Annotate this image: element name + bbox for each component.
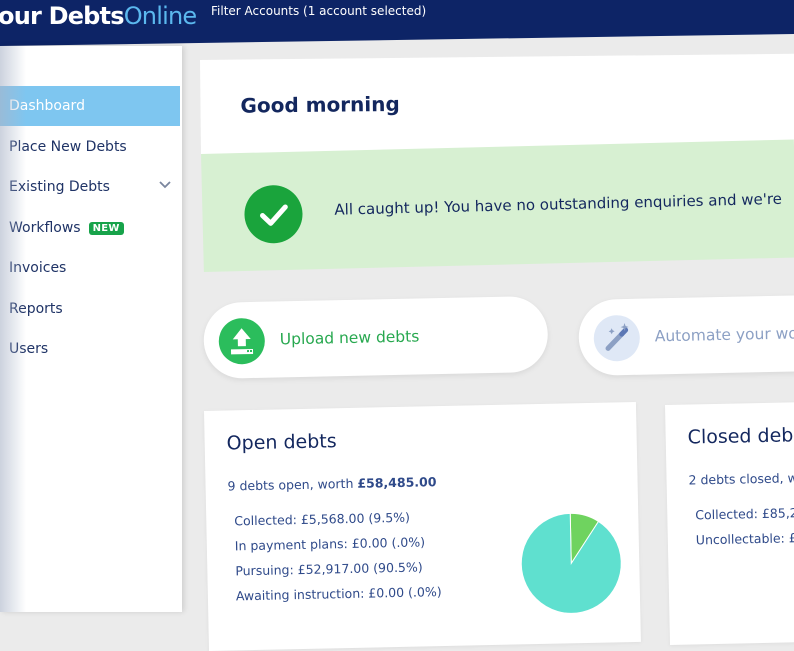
check-icon (243, 184, 304, 244)
stat-closed-uncollectable: Uncollectable: £ (695, 530, 794, 548)
open-debts-card: Open debts 9 debts open, worth £58,485.0… (204, 401, 641, 651)
filter-accounts-button[interactable]: Filter Accounts (1 account selected) (211, 4, 426, 18)
open-debts-pie-chart (520, 512, 622, 614)
magic-wand-icon (593, 314, 641, 362)
sidebar-item-users[interactable]: Users (0, 329, 180, 369)
greeting-title: Good morning (240, 91, 400, 118)
banner-message: All caught up! You have no outstanding e… (334, 189, 783, 219)
status-banner: All caught up! You have no outstanding e… (201, 139, 794, 272)
sidebar-item-existing-debts[interactable]: Existing Debts (0, 167, 180, 207)
brand-online: Online (123, 2, 197, 30)
closed-debts-summary: 2 debts closed, w (688, 470, 794, 488)
top-bar: our DebtsOnline Filter Accounts (1 accou… (0, 0, 794, 46)
sidebar-item-label: Place New Debts (9, 139, 127, 155)
greeting-card: Good morning (200, 53, 794, 156)
sidebar-item-label: Reports (9, 301, 63, 317)
upload-icon (218, 317, 266, 365)
open-debts-total: £58,485.00 (357, 474, 437, 491)
stat-pursuing: Pursuing: £52,917.00 (90.5%) (235, 559, 423, 579)
sidebar-item-dashboard[interactable]: Dashboard (0, 86, 180, 126)
sidebar-item-label: Users (9, 341, 49, 357)
closed-debts-card: Closed deb 2 debts closed, w Collected: … (665, 401, 794, 645)
stat-awaiting-instruction: Awaiting instruction: £0.00 (.0%) (235, 584, 442, 604)
open-debts-summary-prefix: 9 debts open, worth (227, 475, 358, 494)
automate-workflows-label: Automate your wo (654, 324, 794, 346)
new-badge: NEW (88, 221, 124, 235)
sidebar-item-label: Workflows (9, 220, 81, 236)
brand-logo[interactable]: our DebtsOnline (0, 2, 197, 30)
closed-debts-title: Closed deb (687, 424, 794, 449)
open-debts-title: Open debts (226, 430, 337, 455)
sidebar-item-workflows[interactable]: Workflows NEW (0, 208, 180, 248)
automate-workflows-button[interactable]: Automate your wo (578, 294, 794, 376)
open-debts-summary: 9 debts open, worth £58,485.00 (227, 474, 436, 493)
sidebar-item-label: Dashboard (9, 98, 85, 114)
chevron-down-icon[interactable] (158, 178, 172, 192)
stat-closed-collected: Collected: £85,2 (695, 505, 794, 523)
sidebar-item-invoices[interactable]: Invoices (0, 248, 180, 288)
sidebar-item-label: Invoices (9, 260, 67, 276)
stat-payment-plans: In payment plans: £0.00 (.0%) (234, 534, 426, 554)
sidebar-item-label: Existing Debts (9, 179, 110, 195)
upload-new-debts-label: Upload new debts (279, 327, 420, 349)
brand-name: our Debts (0, 2, 125, 30)
sidebar-item-place-new-debts[interactable]: Place New Debts (0, 127, 180, 167)
upload-new-debts-button[interactable]: Upload new debts (203, 295, 549, 379)
sidebar-item-reports[interactable]: Reports (0, 289, 180, 329)
stat-collected: Collected: £5,568.00 (9.5%) (234, 509, 411, 529)
sidebar: Dashboard Place New Debts Existing Debts… (0, 46, 182, 612)
